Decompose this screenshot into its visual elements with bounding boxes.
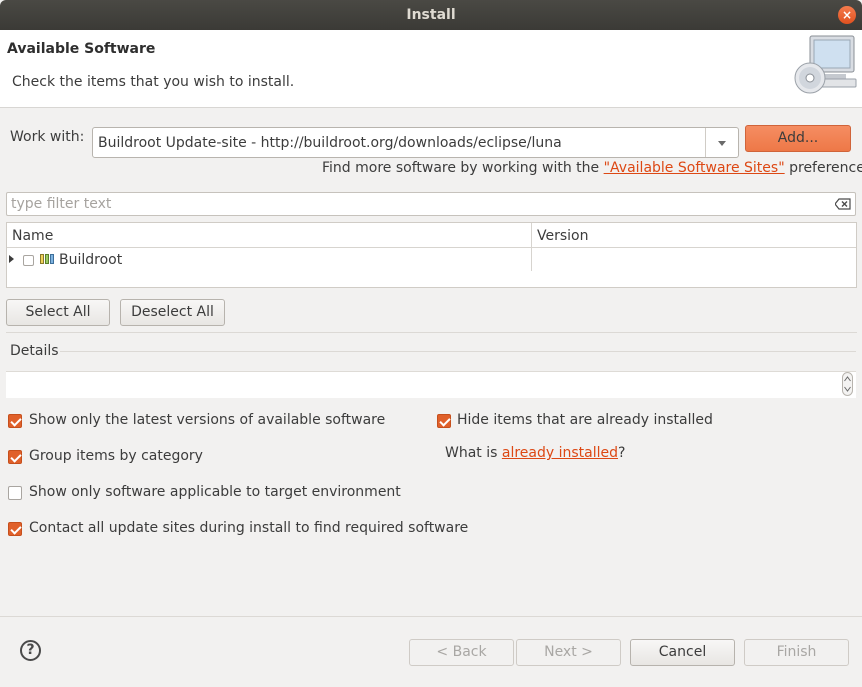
divider <box>6 332 857 333</box>
contact-sites-label[interactable]: Contact all update sites during install … <box>29 520 468 536</box>
work-with-combo[interactable]: Buildroot Update-site - http://buildroot… <box>92 127 739 158</box>
what-is-prefix: What is <box>445 445 502 461</box>
work-with-label: Work with: <box>10 129 85 145</box>
contact-sites-checkbox[interactable] <box>8 522 22 536</box>
filter-input[interactable]: type filter text <box>6 192 856 216</box>
deselect-all-button[interactable]: Deselect All <box>120 299 225 326</box>
next-button[interactable]: Next > <box>516 639 621 666</box>
back-button[interactable]: < Back <box>409 639 514 666</box>
page-description: Check the items that you wish to install… <box>12 74 295 90</box>
details-group-line <box>60 351 856 352</box>
hide-installed-checkbox[interactable] <box>437 414 451 428</box>
already-installed-link[interactable]: already installed <box>502 445 618 461</box>
clear-filter-icon[interactable] <box>835 198 851 210</box>
latest-versions-checkbox[interactable] <box>8 414 22 428</box>
finish-button[interactable]: Finish <box>744 639 849 666</box>
what-is-installed-text: What is already installed? <box>445 445 625 461</box>
filter-placeholder: type filter text <box>11 196 112 212</box>
details-label: Details <box>10 343 59 359</box>
dialog-header: Available Software Check the items that … <box>0 30 862 108</box>
window-title: Install <box>406 7 456 23</box>
select-all-button[interactable]: Select All <box>6 299 110 326</box>
close-icon[interactable]: × <box>838 6 856 24</box>
expand-arrow-icon[interactable] <box>9 255 14 263</box>
cancel-button[interactable]: Cancel <box>630 639 735 666</box>
category-icon <box>40 254 54 264</box>
install-cd-monitor-icon <box>794 35 857 94</box>
what-is-suffix: ? <box>618 445 626 461</box>
page-title: Available Software <box>7 41 156 57</box>
column-version[interactable]: Version <box>537 228 588 244</box>
find-more-prefix: Find more software by working with the <box>322 160 604 176</box>
group-by-category-label[interactable]: Group items by category <box>29 448 203 464</box>
row-checkbox[interactable] <box>23 255 34 266</box>
column-name[interactable]: Name <box>12 228 53 244</box>
details-text-area[interactable] <box>6 371 856 398</box>
chevron-down-icon[interactable] <box>705 128 738 157</box>
hide-installed-label[interactable]: Hide items that are already installed <box>457 412 713 428</box>
work-with-value: Buildroot Update-site - http://buildroot… <box>98 135 562 151</box>
target-env-label[interactable]: Show only software applicable to target … <box>29 484 401 500</box>
tree-row[interactable]: Buildroot <box>7 249 856 271</box>
find-more-suffix: preferences. <box>789 160 862 176</box>
group-by-category-checkbox[interactable] <box>8 450 22 464</box>
footer-divider <box>0 616 862 617</box>
row-label: Buildroot <box>59 252 123 268</box>
available-software-sites-link[interactable]: "Available Software Sites" <box>604 160 785 176</box>
scroll-spinner-icon[interactable] <box>842 372 853 396</box>
title-bar: Install × <box>0 0 862 30</box>
tree-header: Name Version <box>7 223 856 248</box>
software-tree[interactable]: Name Version Buildroot <box>6 222 857 288</box>
add-site-button[interactable]: Add... <box>745 125 851 152</box>
target-env-checkbox[interactable] <box>8 486 22 500</box>
help-icon[interactable]: ? <box>20 640 41 661</box>
latest-versions-label[interactable]: Show only the latest versions of availab… <box>29 412 385 428</box>
find-more-text: Find more software by working with the "… <box>322 160 862 176</box>
